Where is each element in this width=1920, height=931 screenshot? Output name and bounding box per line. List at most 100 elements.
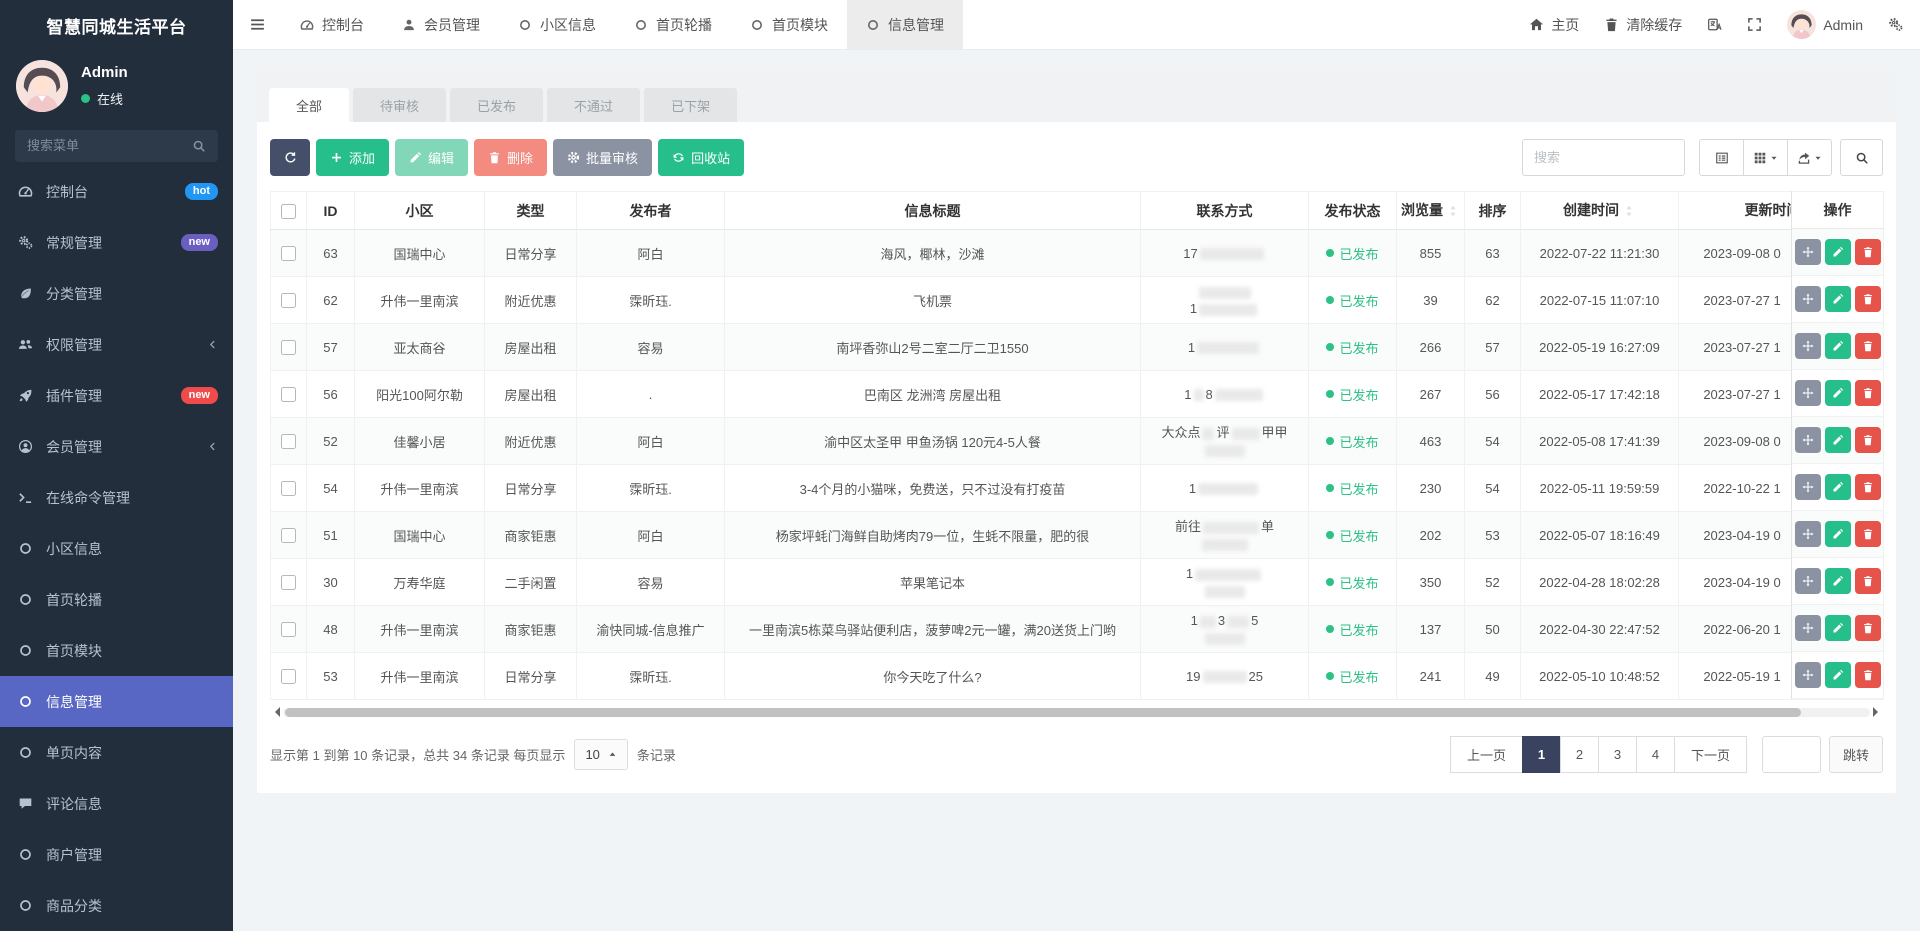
jump-button[interactable]: 跳转 (1829, 736, 1883, 773)
move-button[interactable] (1795, 662, 1821, 688)
row-checkbox[interactable] (281, 246, 296, 261)
sidebar-item-2[interactable]: 常规管理new (0, 217, 233, 268)
sidebar-item-7[interactable]: 在线命令管理 (0, 472, 233, 523)
column-header-7[interactable]: 发布状态 (1309, 192, 1397, 230)
settings-gears-icon[interactable] (1888, 17, 1903, 32)
prev-page-button[interactable]: 上一页 (1450, 736, 1523, 773)
delete-row-button[interactable] (1855, 380, 1881, 406)
row-checkbox[interactable] (281, 669, 296, 684)
move-button[interactable] (1795, 239, 1821, 265)
edit-row-button[interactable] (1825, 474, 1851, 500)
home-link[interactable]: 主页 (1529, 15, 1579, 35)
table-search-input[interactable] (1522, 139, 1685, 176)
edit-row-button[interactable] (1825, 568, 1851, 594)
page-button-3[interactable]: 3 (1598, 736, 1637, 773)
navbar-user[interactable]: Admin (1787, 10, 1863, 39)
edit-row-button[interactable] (1825, 521, 1851, 547)
edit-row-button[interactable] (1825, 239, 1851, 265)
search-button[interactable] (1840, 139, 1883, 176)
add-button[interactable]: 添加 (316, 139, 389, 176)
column-header-1[interactable]: ID (307, 192, 355, 230)
sidebar-item-8[interactable]: 小区信息 (0, 523, 233, 574)
jump-page-input[interactable] (1762, 736, 1821, 773)
status-tab-5[interactable]: 已下架 (644, 88, 737, 122)
row-checkbox[interactable] (281, 387, 296, 402)
search-icon[interactable] (192, 139, 206, 153)
sidebar-item-6[interactable]: 会员管理 (0, 421, 233, 472)
move-button[interactable] (1795, 521, 1821, 547)
move-button[interactable] (1795, 427, 1821, 453)
refresh-button[interactable] (270, 139, 310, 176)
row-checkbox[interactable] (281, 575, 296, 590)
status-tab-2[interactable]: 待审核 (353, 88, 446, 122)
sidebar-item-15[interactable]: 商品分类 (0, 880, 233, 931)
delete-row-button[interactable] (1855, 615, 1881, 641)
move-button[interactable] (1795, 568, 1821, 594)
row-checkbox[interactable] (281, 434, 296, 449)
row-checkbox[interactable] (281, 293, 296, 308)
move-button[interactable] (1795, 286, 1821, 312)
fullscreen-button[interactable] (1747, 17, 1762, 32)
export-button[interactable] (1787, 139, 1832, 176)
scroll-left-arrow-icon[interactable] (270, 707, 280, 717)
sort-icon[interactable] (1446, 204, 1460, 221)
sort-icon[interactable] (1622, 204, 1636, 221)
scrollbar-track[interactable] (283, 708, 1870, 717)
status-tab-4[interactable]: 不通过 (547, 88, 640, 122)
nav-tab-1[interactable]: 控制台 (281, 0, 383, 49)
edit-row-button[interactable] (1825, 662, 1851, 688)
page-button-4[interactable]: 4 (1636, 736, 1675, 773)
next-page-button[interactable]: 下一页 (1674, 736, 1747, 773)
row-checkbox[interactable] (281, 481, 296, 496)
user-avatar[interactable] (16, 60, 68, 112)
nav-tab-4[interactable]: 首页轮播 (615, 0, 731, 49)
sidebar-item-9[interactable]: 首页轮播 (0, 574, 233, 625)
delete-row-button[interactable] (1855, 427, 1881, 453)
delete-row-button[interactable] (1855, 239, 1881, 265)
nav-tab-2[interactable]: 会员管理 (383, 0, 499, 49)
sidebar-search-input[interactable] (27, 138, 184, 153)
delete-row-button[interactable] (1855, 662, 1881, 688)
column-header-4[interactable]: 发布者 (577, 192, 725, 230)
column-header-9[interactable]: 排序 (1465, 192, 1521, 230)
translate-button[interactable] (1707, 17, 1722, 32)
edit-row-button[interactable] (1825, 427, 1851, 453)
delete-row-button[interactable] (1855, 333, 1881, 359)
page-button-1[interactable]: 1 (1522, 736, 1561, 773)
sidebar-item-3[interactable]: 分类管理 (0, 268, 233, 319)
move-button[interactable] (1795, 380, 1821, 406)
batch-audit-button[interactable]: 批量审核 (553, 139, 652, 176)
row-checkbox[interactable] (281, 622, 296, 637)
column-header-3[interactable]: 类型 (485, 192, 577, 230)
clear-cache-button[interactable]: 清除缓存 (1604, 15, 1682, 35)
sidebar-item-12[interactable]: 单页内容 (0, 727, 233, 778)
edit-row-button[interactable] (1825, 380, 1851, 406)
menu-toggle-button[interactable] (233, 0, 281, 49)
edit-row-button[interactable] (1825, 615, 1851, 641)
detail-view-button[interactable] (1699, 139, 1744, 176)
delete-button[interactable]: 删除 (474, 139, 547, 176)
sidebar-item-1[interactable]: 控制台hot (0, 166, 233, 217)
delete-row-button[interactable] (1855, 521, 1881, 547)
move-button[interactable] (1795, 474, 1821, 500)
sidebar-item-4[interactable]: 权限管理 (0, 319, 233, 370)
row-checkbox[interactable] (281, 528, 296, 543)
status-tab-1[interactable]: 全部 (269, 88, 349, 122)
move-button[interactable] (1795, 615, 1821, 641)
edit-button[interactable]: 编辑 (395, 139, 468, 176)
scrollbar-thumb[interactable] (285, 708, 1801, 717)
sidebar-item-5[interactable]: 插件管理new (0, 370, 233, 421)
column-header-6[interactable]: 联系方式 (1141, 192, 1309, 230)
page-size-dropdown[interactable]: 10 (574, 739, 627, 770)
nav-tab-5[interactable]: 首页模块 (731, 0, 847, 49)
move-button[interactable] (1795, 333, 1821, 359)
column-header-5[interactable]: 信息标题 (725, 192, 1141, 230)
sidebar-item-13[interactable]: 评论信息 (0, 778, 233, 829)
nav-tab-3[interactable]: 小区信息 (499, 0, 615, 49)
scroll-right-arrow-icon[interactable] (1873, 707, 1883, 717)
edit-row-button[interactable] (1825, 286, 1851, 312)
horizontal-scrollbar[interactable] (270, 706, 1883, 718)
column-header-2[interactable]: 小区 (355, 192, 485, 230)
delete-row-button[interactable] (1855, 286, 1881, 312)
edit-row-button[interactable] (1825, 333, 1851, 359)
